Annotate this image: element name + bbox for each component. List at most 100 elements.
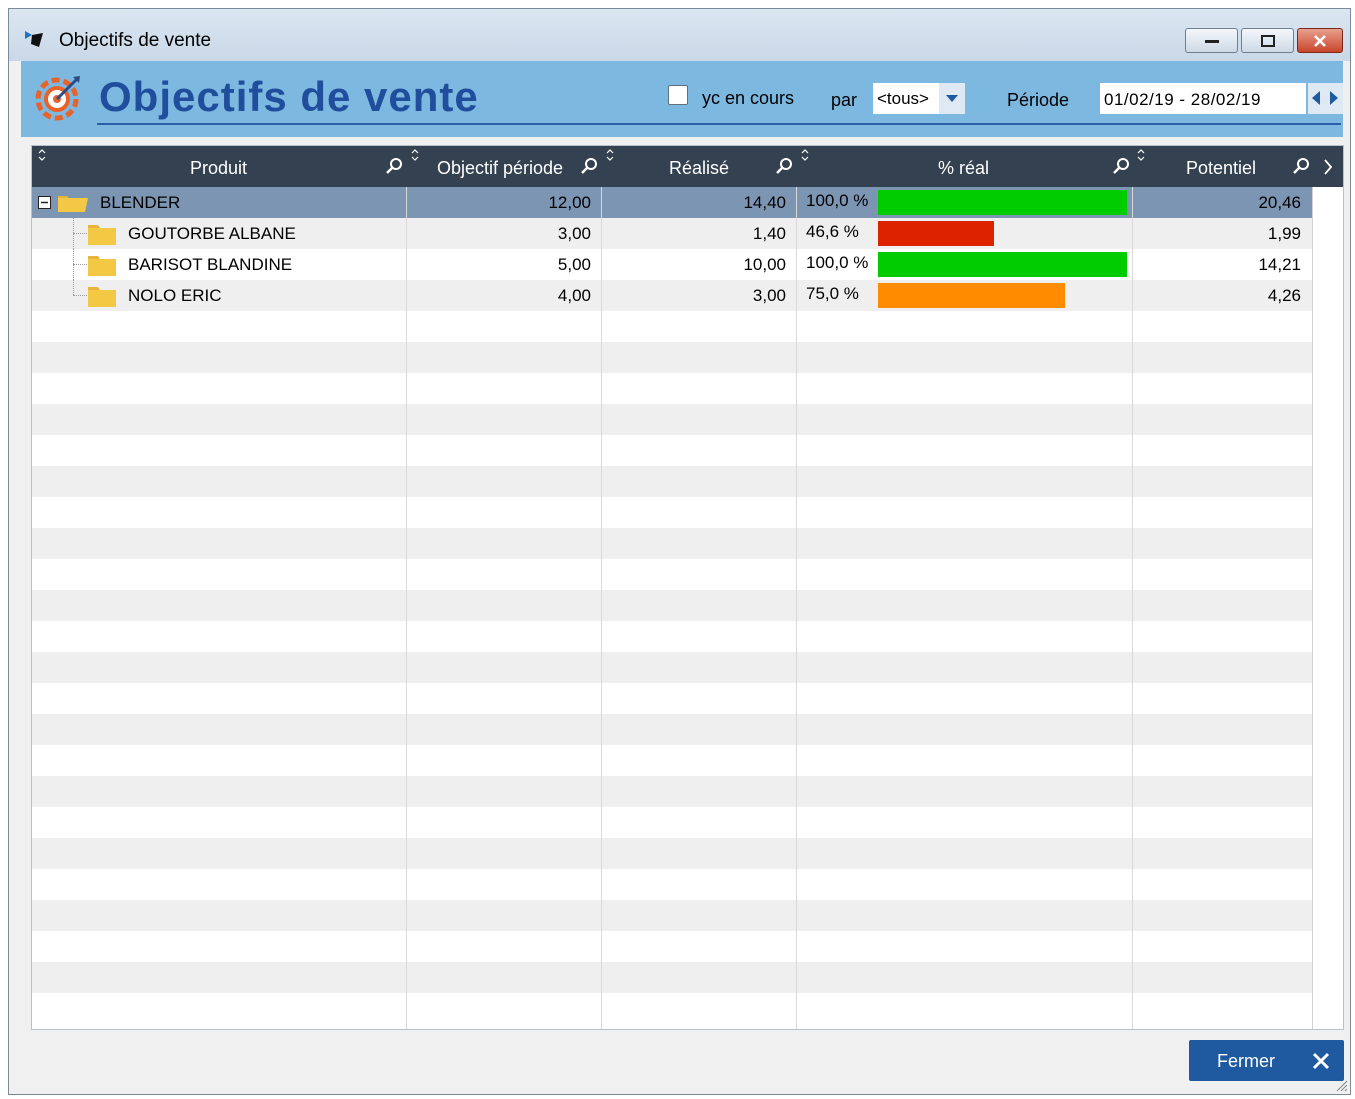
maximize-icon	[1260, 34, 1275, 47]
arrow-left-icon	[1312, 91, 1320, 105]
objectives-table: Produit Objectif période Réalisé % réal	[31, 145, 1344, 1030]
search-icon[interactable]	[776, 157, 794, 175]
col-header-pct[interactable]: % réal	[797, 146, 1133, 187]
empty-row	[32, 776, 1312, 807]
periode-value: 01/02/19 - 28/02/19	[1104, 90, 1261, 109]
tree-line	[73, 233, 87, 234]
close-icon	[1314, 34, 1326, 47]
empty-row	[32, 342, 1312, 373]
table-row[interactable]: GOUTORBE ALBANE 3,00 1,40 46,6 % 1,99	[32, 218, 1312, 249]
empty-row	[32, 683, 1312, 714]
col-header-produit[interactable]: Produit	[32, 146, 407, 187]
search-icon[interactable]	[1293, 157, 1311, 175]
sort-icon	[606, 149, 614, 161]
tree-line	[73, 264, 87, 265]
objectif-value: 12,00	[548, 193, 591, 212]
product-label: BARISOT BLANDINE	[128, 255, 293, 274]
include-current-label[interactable]: yc en cours	[702, 88, 794, 109]
par-dropdown-button[interactable]	[939, 83, 965, 114]
window-title: Objectifs de vente	[59, 30, 212, 51]
close-button[interactable]: Fermer	[1189, 1040, 1344, 1081]
chevron-right-icon[interactable]	[1323, 158, 1333, 176]
close-window-button[interactable]	[1297, 28, 1343, 53]
column-divider	[1132, 187, 1133, 1029]
collapse-icon[interactable]	[38, 196, 51, 209]
sort-icon	[38, 149, 46, 161]
search-icon[interactable]	[581, 157, 599, 175]
close-icon	[1312, 1052, 1330, 1070]
arrow-right-icon	[1330, 91, 1338, 105]
tree-line	[73, 280, 74, 295]
potentiel-value: 1,99	[1267, 224, 1301, 243]
empty-row	[32, 528, 1312, 559]
title-bar[interactable]: Objectifs de vente	[9, 9, 1350, 61]
search-icon[interactable]	[1113, 157, 1131, 175]
empty-row	[32, 900, 1312, 931]
table-row[interactable]: BARISOT BLANDINE 5,00 10,00 100,0 % 14,21	[32, 249, 1312, 280]
empty-row	[32, 869, 1312, 900]
col-header-potentiel[interactable]: Potentiel	[1133, 146, 1343, 187]
col-header-label: Réalisé	[669, 158, 730, 178]
product-label: BLENDER	[100, 193, 181, 212]
potentiel-value: 14,21	[1258, 255, 1301, 274]
folder-icon	[58, 196, 88, 212]
empty-row	[32, 373, 1312, 404]
column-divider	[406, 187, 407, 1029]
empty-row	[32, 993, 1312, 1024]
realise-value: 10,00	[743, 255, 786, 274]
empty-row	[32, 931, 1312, 962]
sort-icon	[1137, 149, 1145, 161]
realise-value: 3,00	[752, 286, 786, 305]
target-icon	[35, 76, 80, 121]
minimize-button[interactable]	[1185, 28, 1238, 53]
col-header-label: Produit	[190, 158, 248, 178]
product-label: NOLO ERIC	[128, 286, 222, 305]
pct-value: 75,0 %	[806, 284, 859, 303]
pct-bar	[878, 252, 1127, 277]
pct-bar	[878, 221, 994, 246]
empty-row	[32, 807, 1312, 838]
objectifs-window: Objectifs de vente Objectifs de vente yc…	[8, 8, 1351, 1095]
column-divider	[796, 187, 797, 1029]
empty-row	[32, 962, 1312, 993]
col-header-objectif[interactable]: Objectif période	[407, 146, 602, 187]
empty-row	[32, 559, 1312, 590]
objectif-value: 4,00	[557, 286, 591, 305]
close-button-label: Fermer	[1217, 1051, 1275, 1071]
potentiel-value: 20,46	[1258, 193, 1301, 212]
table-row[interactable]: NOLO ERIC 4,00 3,00 75,0 % 4,26	[32, 280, 1312, 311]
periode-field[interactable]: 01/02/19 - 28/02/19	[1100, 83, 1306, 114]
periode-next-button[interactable]	[1326, 83, 1343, 114]
minimize-icon	[1204, 39, 1219, 43]
objectif-value: 5,00	[557, 255, 591, 274]
tree-line	[73, 295, 87, 296]
sort-icon	[411, 149, 419, 161]
pct-value: 100,0 %	[806, 253, 869, 272]
par-select-value: <tous>	[877, 89, 929, 108]
column-divider	[601, 187, 602, 1029]
empty-row	[32, 311, 1312, 342]
par-label: par	[831, 90, 858, 110]
col-header-realise[interactable]: Réalisé	[602, 146, 797, 187]
empty-row	[32, 714, 1312, 745]
periode-prev-button[interactable]	[1308, 83, 1325, 114]
search-icon[interactable]	[386, 157, 404, 175]
par-select[interactable]: <tous>	[873, 83, 965, 114]
resize-grip-icon[interactable]	[1334, 1078, 1348, 1092]
empty-row	[32, 497, 1312, 528]
realise-value: 1,40	[752, 224, 786, 243]
maximize-button[interactable]	[1241, 28, 1294, 53]
empty-row	[32, 621, 1312, 652]
potentiel-value: 4,26	[1267, 286, 1301, 305]
pct-value: 46,6 %	[806, 222, 859, 241]
table-row[interactable]: BLENDER 12,00 14,40 100,0 % 20,46	[32, 187, 1312, 218]
objectif-value: 3,00	[557, 224, 591, 243]
pct-bar	[878, 190, 1127, 215]
sort-icon	[801, 149, 809, 161]
folder-icon	[88, 225, 116, 245]
empty-row	[32, 745, 1312, 776]
include-current-checkbox[interactable]	[668, 85, 688, 105]
periode-nav	[1308, 83, 1343, 114]
product-label: GOUTORBE ALBANE	[128, 224, 296, 243]
empty-row	[32, 466, 1312, 497]
